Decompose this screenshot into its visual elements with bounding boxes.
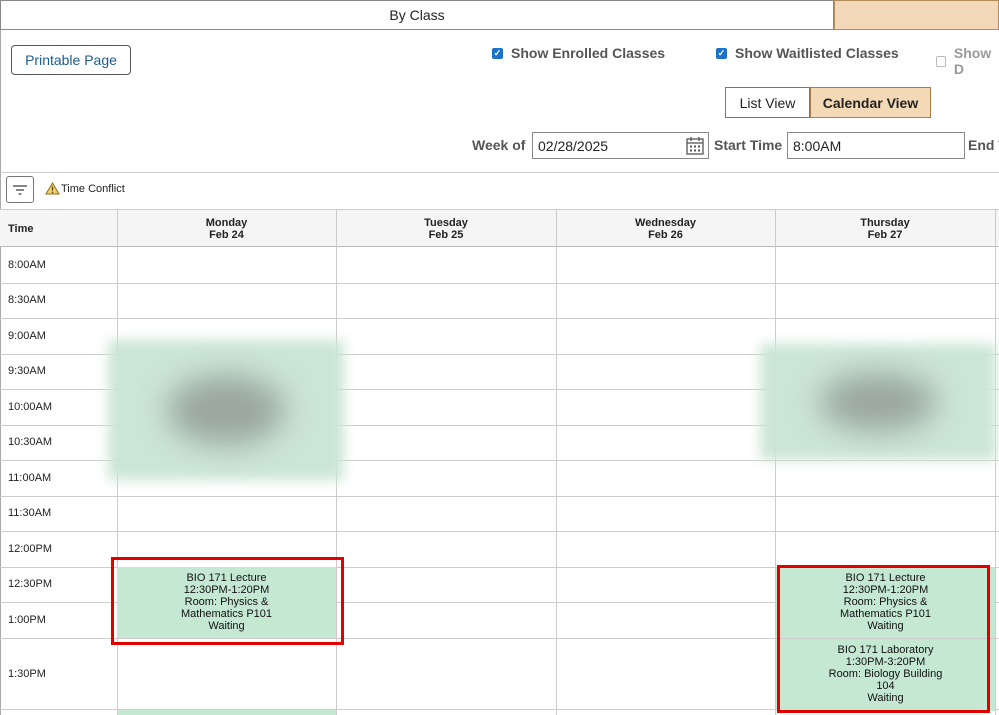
time-conflict-legend: Time Conflict bbox=[45, 182, 125, 195]
redaction-smudge bbox=[167, 375, 285, 445]
time-label: 8:00AM bbox=[8, 259, 46, 271]
day-header-wednesday: Wednesday Feb 26 bbox=[556, 210, 775, 247]
week-of-value: 02/28/2025 bbox=[538, 137, 609, 154]
checkbox-checked-icon[interactable]: ✓ bbox=[492, 47, 503, 59]
warning-icon bbox=[45, 182, 60, 195]
day-date: Feb 27 bbox=[867, 228, 903, 241]
day-name: Thursday bbox=[860, 216, 910, 229]
left-border bbox=[0, 30, 1, 715]
grid-column-line bbox=[556, 209, 557, 715]
time-label: 1:30PM bbox=[8, 668, 46, 680]
highlight-box bbox=[777, 565, 990, 713]
show-enrolled-label: Show Enrolled Classes bbox=[511, 45, 666, 61]
start-time-value: 8:00AM bbox=[793, 137, 842, 154]
calendar-view-button[interactable]: Calendar View bbox=[810, 87, 931, 118]
calendar-icon[interactable] bbox=[686, 136, 704, 155]
grid-row-line bbox=[0, 318, 999, 319]
time-label: 9:30AM bbox=[8, 365, 46, 377]
time-label: 12:30PM bbox=[8, 578, 53, 590]
week-of-input[interactable]: 02/28/2025 bbox=[532, 132, 709, 159]
filter-button[interactable] bbox=[6, 176, 34, 203]
time-label: 8:30AM bbox=[8, 294, 46, 306]
show-waitlisted-checkbox[interactable]: ✓ Show Waitlisted Classes bbox=[716, 45, 899, 61]
redaction-smudge bbox=[819, 373, 937, 431]
day-date: Feb 25 bbox=[428, 228, 464, 241]
tab-by-class[interactable]: By Class bbox=[0, 0, 834, 30]
start-time-input[interactable]: 8:00AM bbox=[787, 132, 965, 159]
toolbar-divider bbox=[0, 172, 999, 173]
tab-other[interactable] bbox=[834, 0, 999, 30]
day-name: Monday bbox=[205, 216, 248, 229]
day-header-tuesday: Tuesday Feb 25 bbox=[336, 210, 556, 247]
show-enrolled-checkbox[interactable]: ✓ Show Enrolled Classes bbox=[492, 45, 665, 61]
grid-row-line bbox=[0, 283, 999, 284]
day-date: Feb 26 bbox=[648, 228, 683, 241]
list-view-button[interactable]: List View bbox=[725, 87, 810, 118]
time-conflict-label: Time Conflict bbox=[61, 182, 125, 195]
time-label: 9:00AM bbox=[8, 330, 46, 342]
time-column-header: Time bbox=[8, 223, 34, 235]
time-label: 1:00PM bbox=[8, 614, 46, 626]
redacted-event bbox=[760, 344, 996, 460]
end-time-label: End T bbox=[968, 137, 999, 153]
show-dropped-label: Show D bbox=[953, 45, 992, 77]
grid-row-line bbox=[0, 496, 999, 497]
redacted-event bbox=[108, 340, 344, 480]
printable-page-button[interactable]: Printable Page bbox=[11, 45, 131, 75]
day-date: Feb 24 bbox=[209, 228, 244, 241]
day-name: Tuesday bbox=[424, 216, 468, 229]
time-label: 10:00AM bbox=[8, 401, 53, 413]
grid-column-line bbox=[995, 209, 996, 715]
day-header-monday: Monday Feb 24 bbox=[117, 210, 336, 247]
day-name: Wednesday bbox=[635, 216, 696, 229]
time-label: 11:00AM bbox=[8, 472, 52, 484]
checkbox-checked-icon[interactable]: ✓ bbox=[716, 47, 727, 59]
time-label: 10:30AM bbox=[8, 436, 53, 448]
time-label: 12:00PM bbox=[8, 543, 53, 555]
filter-icon bbox=[13, 184, 27, 195]
start-time-label: Start Time bbox=[714, 137, 783, 153]
checkbox-unchecked-icon[interactable] bbox=[936, 55, 946, 67]
week-of-label: Week of bbox=[472, 137, 526, 153]
calendar-header: Time Monday Feb 24 Tuesday Feb 25 Wednes… bbox=[0, 209, 999, 247]
show-dropped-checkbox[interactable]: Show D bbox=[936, 45, 999, 77]
highlight-box bbox=[111, 557, 344, 645]
time-label: 11:30AM bbox=[8, 507, 52, 519]
grid-row-line bbox=[0, 531, 999, 532]
day-header-thursday: Thursday Feb 27 bbox=[775, 210, 995, 247]
show-waitlisted-label: Show Waitlisted Classes bbox=[735, 45, 899, 61]
event-monday-next[interactable] bbox=[118, 710, 336, 715]
